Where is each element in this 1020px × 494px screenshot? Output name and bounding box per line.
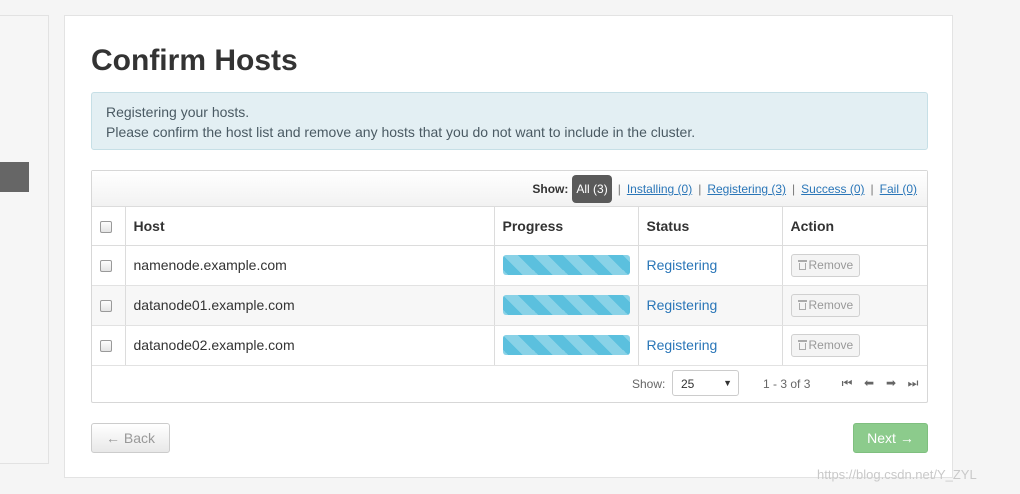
table-footer: Show: 25 ▼ 1 - 3 of 3 ⏮ ⬅ ➡ ⏭ — [92, 367, 927, 402]
host-name: datanode02.example.com — [125, 325, 495, 366]
table-header-row: Host Progress Status Action — [92, 207, 927, 246]
filter-show-label: Show: — [532, 182, 569, 196]
watermark: https://blog.csdn.net/Y_ZYL — [817, 467, 977, 482]
remove-button[interactable]: Remove — [790, 293, 861, 317]
remove-label: Remove — [808, 258, 854, 272]
remove-label: Remove — [808, 298, 854, 312]
filter-separator: | — [617, 182, 621, 196]
prev-page-icon[interactable]: ⬅ — [862, 376, 876, 391]
progress-bar — [502, 295, 630, 315]
filter-bar: Show: All (3) | Installing (0) | Registe… — [92, 171, 927, 207]
hosts-table: Host Progress Status Action namenode.exa… — [92, 207, 927, 366]
first-page-icon[interactable]: ⏮ — [840, 376, 854, 391]
sidebar-active-marker — [0, 162, 29, 192]
status-link[interactable]: Registering — [647, 297, 718, 313]
next-page-icon[interactable]: ➡ — [884, 376, 898, 391]
select-all-checkbox[interactable] — [100, 221, 112, 234]
column-header-action: Action — [782, 207, 927, 246]
trash-icon — [797, 260, 807, 270]
alert-line-2: Please confirm the host list and remove … — [106, 124, 696, 140]
table-row: datanode02.example.com Registering Remov… — [92, 325, 927, 366]
column-header-status: Status — [638, 207, 783, 246]
row-checkbox[interactable] — [100, 260, 112, 273]
info-alert: Registering your hosts. Please confirm t… — [91, 92, 928, 150]
status-link[interactable]: Registering — [647, 257, 718, 273]
host-name: datanode01.example.com — [125, 285, 495, 326]
back-button[interactable]: ← Back — [91, 423, 170, 453]
remove-button[interactable]: Remove — [790, 253, 861, 277]
filter-installing[interactable]: Installing (0) — [627, 182, 692, 196]
trash-icon — [797, 300, 807, 310]
filter-fail[interactable]: Fail (0) — [880, 182, 917, 196]
row-checkbox[interactable] — [100, 300, 112, 313]
remove-label: Remove — [808, 338, 854, 352]
pager: ⏮ ⬅ ➡ ⏭ — [840, 376, 920, 391]
table-row: namenode.example.com Registering Remove — [92, 245, 927, 286]
table-row: datanode01.example.com Registering Remov… — [92, 285, 927, 326]
progress-bar — [502, 255, 630, 275]
status-link[interactable]: Registering — [647, 337, 718, 353]
last-page-icon[interactable]: ⏭ — [906, 376, 920, 391]
progress-bar — [502, 335, 630, 355]
wizard-main-panel: Confirm Hosts Registering your hosts. Pl… — [64, 15, 953, 478]
row-checkbox[interactable] — [100, 340, 112, 353]
page-title: Confirm Hosts — [91, 44, 298, 77]
select-all-cell — [92, 207, 126, 246]
filter-separator: | — [792, 182, 796, 196]
next-button[interactable]: Next → — [853, 423, 928, 453]
column-header-progress: Progress — [494, 207, 639, 246]
filter-success[interactable]: Success (0) — [801, 182, 864, 196]
left-sidebar-panel — [0, 15, 49, 464]
filter-all[interactable]: All (3) — [572, 175, 612, 203]
filter-separator: | — [870, 182, 874, 196]
filter-registering[interactable]: Registering (3) — [707, 182, 786, 196]
page-size-select[interactable]: 25 ▼ — [672, 370, 739, 396]
page-size-value: 25 — [681, 377, 695, 391]
page-size-label: Show: — [632, 377, 666, 391]
hosts-table-box: Show: All (3) | Installing (0) | Registe… — [91, 170, 928, 403]
remove-button[interactable]: Remove — [790, 333, 861, 357]
page-range: 1 - 3 of 3 — [763, 377, 811, 391]
host-name: namenode.example.com — [125, 245, 495, 286]
filter-separator: | — [698, 182, 702, 196]
caret-down-icon: ▼ — [723, 378, 732, 388]
trash-icon — [797, 340, 807, 350]
column-header-host[interactable]: Host — [125, 207, 495, 246]
alert-line-1: Registering your hosts. — [106, 104, 250, 120]
